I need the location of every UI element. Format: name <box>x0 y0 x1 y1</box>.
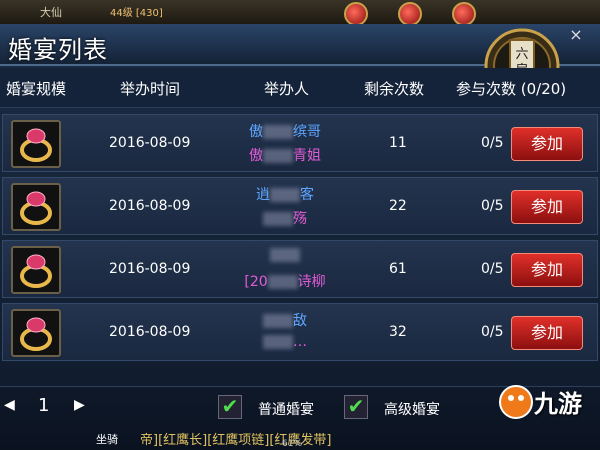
prev-page-button[interactable]: ◀ <box>4 397 15 413</box>
watermark-text: 九游 <box>534 390 582 418</box>
hud-orb-icon[interactable] <box>452 2 476 26</box>
page-title: 婚宴列表 <box>8 36 108 64</box>
table-row: 2016-08-09 敌 … 32 0/5 参加 <box>2 303 598 361</box>
row-date: 2016-08-09 <box>109 198 191 214</box>
host-partner-name: 殇 <box>225 208 345 228</box>
mount-label[interactable]: 坐骑 <box>96 431 118 447</box>
row-joined: 0/5 <box>481 261 504 277</box>
hud-orb-icon[interactable] <box>344 2 368 26</box>
row-joined: 0/5 <box>481 135 504 151</box>
player-level: 44级 [430] <box>110 8 163 19</box>
player-name: 大仙 <box>40 6 62 19</box>
normal-wedding-label: 普通婚宴 <box>258 402 314 418</box>
col-time: 举办时间 <box>120 80 181 98</box>
row-date: 2016-08-09 <box>109 324 191 340</box>
hud-orb-icon[interactable] <box>398 2 422 26</box>
col-scale: 婚宴规模 <box>6 80 67 98</box>
premium-wedding-checkbox[interactable]: ✔ <box>344 395 368 419</box>
table-row: 2016-08-09 傲缤哥 傲青姐 11 0/5 参加 <box>2 114 598 172</box>
normal-wedding-checkbox[interactable]: ✔ <box>218 395 242 419</box>
row-remaining: 22 <box>389 198 407 214</box>
ring-icon <box>11 246 61 294</box>
top-hud-strip: 大仙 44级 [430] <box>0 0 600 26</box>
table-row: 2016-08-09 [20 诗柳 61 0/5 参加 <box>2 240 598 298</box>
host-partner-name: 傲青姐 <box>249 148 321 164</box>
ring-icon <box>11 120 61 168</box>
ring-icon <box>11 183 61 231</box>
progress-percent: 61% <box>282 439 303 449</box>
host-name: 逍客 <box>256 187 314 203</box>
host-partner-name: … <box>225 334 345 350</box>
row-remaining: 32 <box>389 324 407 340</box>
premium-wedding-label: 高级婚宴 <box>384 402 440 418</box>
host-name: 敌 <box>225 310 345 330</box>
table-header: 婚宴规模 举办时间 举办人 剩余次数 参与次数 (0/20) <box>0 68 600 108</box>
col-joined: 参与次数 (0/20) <box>456 80 567 98</box>
table-row: 2016-08-09 逍客 殇 22 0/5 参加 <box>2 177 598 235</box>
join-button[interactable]: 参加 <box>511 253 583 287</box>
emblem-char-1: 六 <box>515 47 528 62</box>
col-remaining: 剩余次数 <box>364 80 425 98</box>
host-name: 傲缤哥 <box>249 124 321 140</box>
join-button[interactable]: 参加 <box>511 190 583 224</box>
row-remaining: 61 <box>389 261 407 277</box>
ring-icon <box>11 309 61 357</box>
chat-scroll-text: 帝][红鹰长][红鹰项链][红鹰发带] <box>140 433 332 448</box>
row-date: 2016-08-09 <box>109 261 191 277</box>
row-joined: 0/5 <box>481 198 504 214</box>
col-host: 举办人 <box>264 80 310 98</box>
host-name <box>225 247 345 263</box>
next-page-button[interactable]: ▶ <box>74 397 85 413</box>
row-date: 2016-08-09 <box>109 135 191 151</box>
row-remaining: 11 <box>389 135 407 151</box>
host-partner-name: [20 诗柳 <box>244 274 326 290</box>
watermark: 九游 <box>494 376 600 446</box>
join-button[interactable]: 参加 <box>511 316 583 350</box>
page-number: 1 <box>38 395 50 416</box>
mascot-icon <box>499 385 533 419</box>
join-button[interactable]: 参加 <box>511 127 583 161</box>
row-joined: 0/5 <box>481 324 504 340</box>
